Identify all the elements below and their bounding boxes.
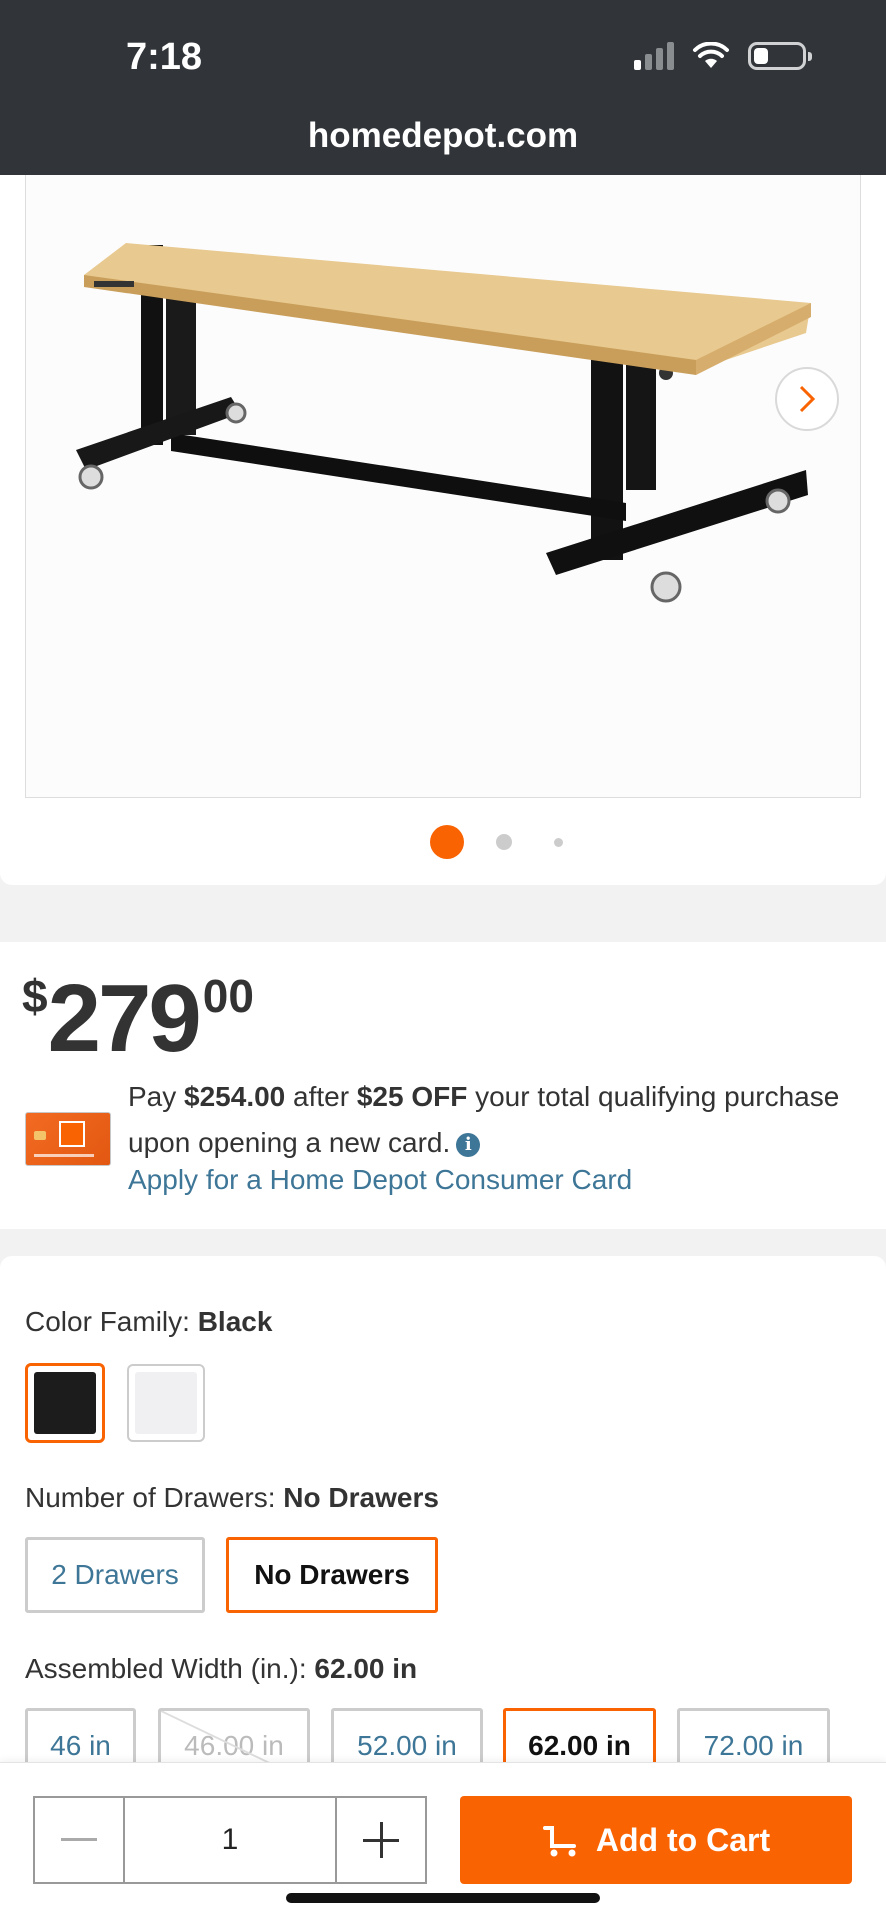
status-icons — [634, 42, 812, 70]
product-price: $ 279 00 — [22, 957, 254, 1067]
drawers-label: Number of Drawers: No Drawers — [25, 1482, 439, 1513]
color-family-label: Color Family: Black — [25, 1306, 273, 1337]
cellular-signal-icon — [634, 42, 674, 70]
quantity-decrease-button[interactable] — [35, 1798, 125, 1882]
gallery-dot[interactable] — [496, 834, 512, 850]
color-swatch-white[interactable] — [127, 1364, 205, 1442]
home-depot-logo-icon — [59, 1121, 85, 1147]
price-section: $ 279 00 Pay $254.00 after $25 OFF your … — [0, 942, 886, 1229]
add-to-cart-button[interactable]: Add to Cart — [460, 1796, 852, 1884]
workbench-illustration — [76, 243, 811, 603]
home-indicator[interactable] — [286, 1893, 600, 1903]
gallery-pagination — [0, 825, 886, 859]
card-offer-text: Pay $254.00 after $25 OFF your total qua… — [128, 1081, 840, 1158]
drawers-option-2[interactable]: 2 Drawers — [25, 1537, 205, 1613]
info-icon[interactable]: i — [456, 1133, 481, 1157]
product-image[interactable] — [25, 175, 861, 798]
price-cents: 00 — [202, 970, 254, 1022]
drawers-option-none[interactable]: No Drawers — [226, 1537, 438, 1613]
width-label: Assembled Width (in.): 62.00 in — [25, 1653, 418, 1684]
plus-icon — [363, 1822, 399, 1858]
minus-icon — [61, 1838, 97, 1841]
browser-top-bar: 7:18 homedepot.com — [0, 0, 886, 175]
apply-card-link[interactable]: Apply for a Home Depot Consumer Card — [128, 1164, 632, 1196]
consumer-card-image — [25, 1112, 111, 1166]
address-bar-url[interactable]: homedepot.com — [0, 116, 886, 156]
price-dollars: 279 — [47, 965, 202, 1072]
battery-icon — [748, 42, 812, 70]
add-to-cart-label: Add to Cart — [595, 1821, 771, 1858]
cart-icon — [542, 1826, 576, 1857]
product-gallery — [0, 175, 886, 885]
quantity-increase-button[interactable] — [337, 1798, 425, 1882]
quantity-input[interactable]: 1 — [125, 1798, 337, 1882]
offer-discount: $25 OFF — [356, 1081, 468, 1112]
status-time: 7:18 — [126, 36, 203, 78]
wifi-icon — [693, 42, 729, 68]
gallery-dot[interactable] — [554, 838, 563, 847]
gallery-dot-active[interactable] — [430, 825, 464, 859]
next-image-button[interactable] — [775, 367, 839, 431]
price-currency: $ — [22, 970, 48, 1022]
offer-price: $254.00 — [184, 1081, 286, 1112]
color-swatch-black[interactable] — [25, 1363, 105, 1443]
quantity-stepper: 1 — [33, 1796, 427, 1884]
chevron-right-icon — [799, 385, 816, 413]
